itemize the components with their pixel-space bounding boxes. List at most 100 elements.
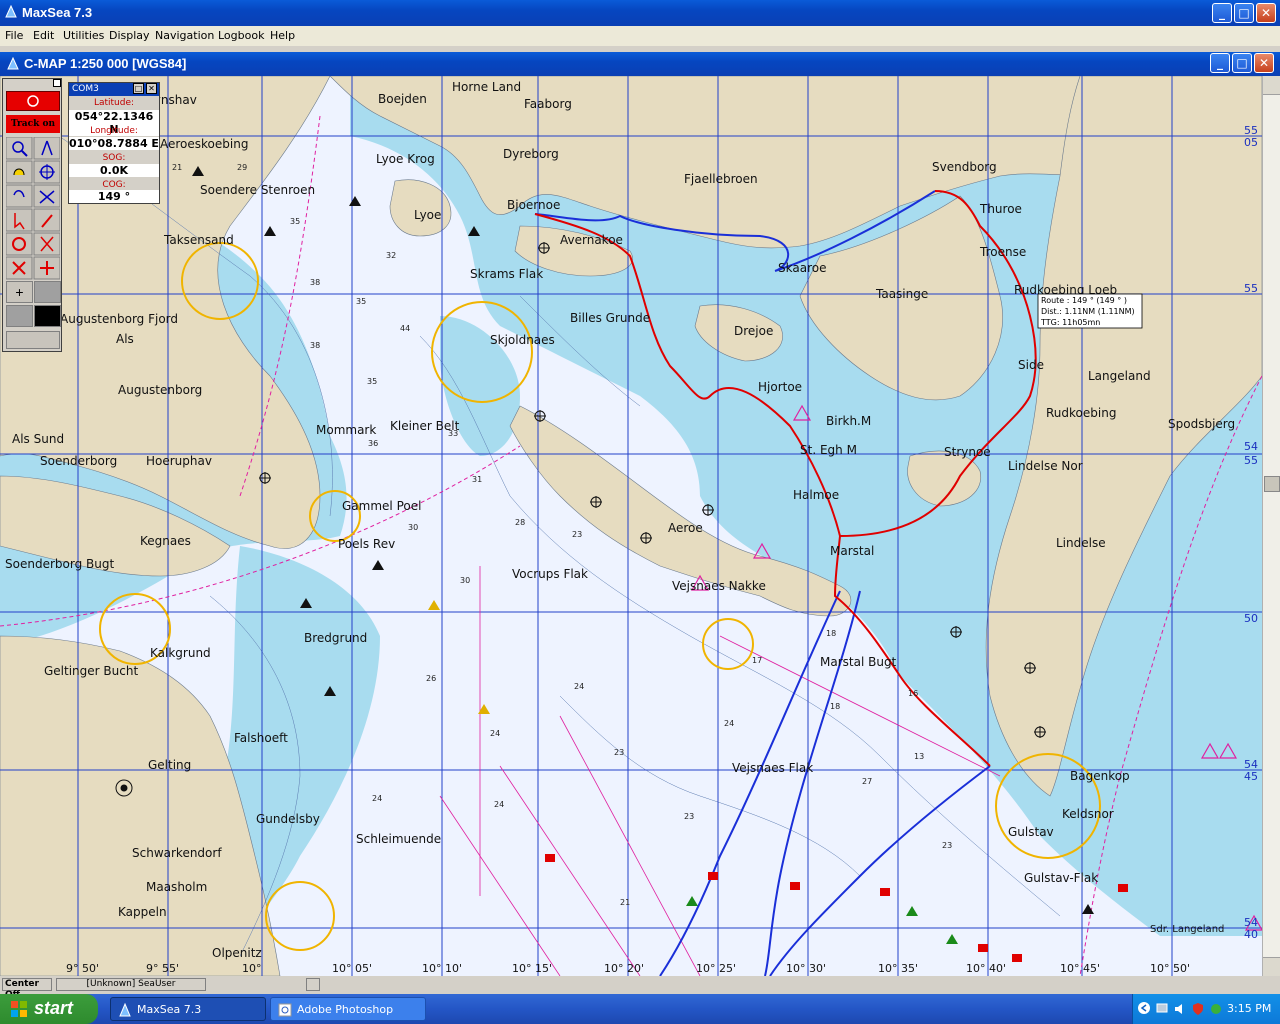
- taskbar-item-photoshop[interactable]: Adobe Photoshop: [270, 997, 426, 1021]
- place-label: Taasinge: [875, 287, 928, 301]
- menu-edit[interactable]: Edit: [33, 29, 54, 42]
- svg-text:24: 24: [490, 729, 500, 738]
- place-label: Strynoe: [944, 445, 991, 459]
- taskbar-item-maxsea[interactable]: MaxSea 7.3: [110, 997, 266, 1021]
- svg-text:26: 26: [426, 674, 436, 683]
- menu-logbook[interactable]: Logbook: [218, 29, 264, 42]
- latitude-label: Latitude:: [93, 98, 135, 108]
- gps-close-icon[interactable]: ✕: [146, 83, 157, 94]
- place-label: Lyoe: [414, 208, 441, 222]
- svg-text:30: 30: [408, 523, 418, 532]
- nautical-chart[interactable]: Horne Land Faaborg Boejden Lyoe Krog Dyr…: [0, 76, 1262, 976]
- svg-text:28: 28: [515, 518, 525, 527]
- menu-help[interactable]: Help: [270, 29, 295, 42]
- palette-close-box[interactable]: [53, 79, 61, 87]
- place-label: Hoeruphav: [146, 454, 212, 468]
- menu-file[interactable]: File: [5, 29, 23, 42]
- svg-text:10° 30': 10° 30': [786, 962, 826, 975]
- tool-palette: Track on +: [2, 78, 62, 352]
- scroll-down-arrow-icon[interactable]: [1263, 957, 1280, 976]
- place-label: Vocrups Flak: [512, 567, 588, 581]
- place-label: Kappeln: [118, 905, 167, 919]
- place-label: Birkh.M: [826, 414, 871, 428]
- scroll-up-arrow-icon[interactable]: [1263, 76, 1280, 95]
- place-label: Billes Grunde: [570, 311, 650, 325]
- chart-window-title-bar[interactable]: C-MAP 1:250 000 [WGS84] _ □ ✕: [0, 52, 1280, 76]
- window-layout-icon[interactable]: [6, 331, 60, 349]
- center-off-toggle[interactable]: Center Off: [2, 978, 52, 1000]
- tool-slot[interactable]: [34, 281, 61, 303]
- place-label: Schleimuende: [356, 832, 441, 846]
- place-label: Dyreborg: [503, 147, 559, 161]
- longitude-value: 010°08.7884 E: [69, 137, 159, 150]
- security-shield-icon[interactable]: [1191, 1002, 1205, 1016]
- messenger-icon[interactable]: [1209, 1002, 1223, 1016]
- svg-text:23: 23: [572, 530, 582, 539]
- place-label: Svendborg: [932, 160, 997, 174]
- start-button[interactable]: start: [0, 994, 98, 1024]
- minimize-button[interactable]: _: [1212, 3, 1232, 23]
- taskbar: start MaxSea 7.3 Adobe Photoshop 3:15 PM: [0, 994, 1280, 1024]
- svg-text:18: 18: [826, 629, 836, 638]
- tray-expand-icon[interactable]: [1137, 1001, 1151, 1015]
- svg-text:45: 45: [1244, 770, 1258, 783]
- maxsea-app-icon: [119, 1002, 131, 1017]
- svg-text:21: 21: [172, 163, 182, 172]
- place-label: Gelting: [148, 758, 191, 772]
- gps-restore-icon[interactable]: □: [133, 83, 144, 94]
- place-label: Avernakoe: [560, 233, 623, 247]
- menu-navigation[interactable]: Navigation: [155, 29, 214, 42]
- menu-utilities[interactable]: Utilities: [63, 29, 104, 42]
- vertical-scrollbar[interactable]: [1262, 76, 1280, 976]
- svg-text:18: 18: [830, 702, 840, 711]
- place-label: Aeroeskoebing: [160, 137, 248, 151]
- place-label: Drejoe: [734, 324, 773, 338]
- tool-slot[interactable]: [34, 305, 61, 327]
- menu-display[interactable]: Display: [109, 29, 150, 42]
- route-tooltip: Route : 149 ° (149 ° ) Dist.: 1.11NM (1.…: [1037, 293, 1143, 329]
- svg-text:29: 29: [237, 163, 247, 172]
- track-on-button[interactable]: Track on: [6, 115, 60, 133]
- svg-text:30: 30: [460, 576, 470, 585]
- place-label: Olpenitz: [212, 946, 262, 960]
- gps-window-title: COM3: [72, 84, 99, 94]
- chart-minimize-button[interactable]: _: [1210, 53, 1230, 73]
- system-tray: 3:15 PM: [1132, 994, 1280, 1024]
- svg-text:44: 44: [400, 324, 410, 333]
- network-icon[interactable]: [1155, 1002, 1169, 1016]
- svg-text:10° 35': 10° 35': [878, 962, 918, 975]
- svg-text:27: 27: [862, 777, 872, 786]
- record-button[interactable]: [6, 91, 60, 111]
- place-label: Augustenborg Fjord: [60, 312, 178, 326]
- svg-text:31: 31: [472, 475, 482, 484]
- svg-text:10° 15': 10° 15': [512, 962, 552, 975]
- chart-close-button[interactable]: ✕: [1254, 53, 1274, 73]
- place-label: Bjoernoe: [507, 198, 560, 212]
- svg-text:35: 35: [356, 297, 366, 306]
- place-label: Rudkoebing: [1046, 406, 1116, 420]
- cog-value: 149 °: [69, 190, 159, 203]
- clock[interactable]: 3:15 PM: [1227, 1002, 1271, 1015]
- app-title: MaxSea 7.3: [22, 5, 93, 20]
- app-title-bar[interactable]: MaxSea 7.3 _ □ ✕: [0, 0, 1280, 26]
- chart-maximize-button[interactable]: □: [1232, 53, 1252, 73]
- status-indicator: [306, 978, 320, 991]
- place-label: Spodsbjerg: [1168, 417, 1235, 431]
- maximize-button[interactable]: □: [1234, 3, 1254, 23]
- place-label: Vejsnaes Flak: [732, 761, 813, 775]
- svg-text:38: 38: [310, 341, 320, 350]
- svg-text:13: 13: [914, 752, 924, 761]
- plus-icon[interactable]: +: [6, 281, 33, 303]
- gps-window-header[interactable]: COM3 □ ✕: [69, 83, 159, 96]
- taskbar-item-label: Adobe Photoshop: [297, 1003, 394, 1016]
- svg-text:55: 55: [1244, 282, 1258, 295]
- sog-label: SOG:: [102, 153, 126, 163]
- svg-text:10° 10': 10° 10': [422, 962, 462, 975]
- volume-icon[interactable]: [1173, 1002, 1187, 1016]
- close-button[interactable]: ✕: [1256, 3, 1276, 23]
- place-label: Lindelse: [1056, 536, 1106, 550]
- place-label: Soendere Stenroen: [200, 183, 315, 197]
- svg-text:10° 45': 10° 45': [1060, 962, 1100, 975]
- scroll-thumb[interactable]: [1264, 476, 1280, 492]
- tool-slot[interactable]: [6, 305, 33, 327]
